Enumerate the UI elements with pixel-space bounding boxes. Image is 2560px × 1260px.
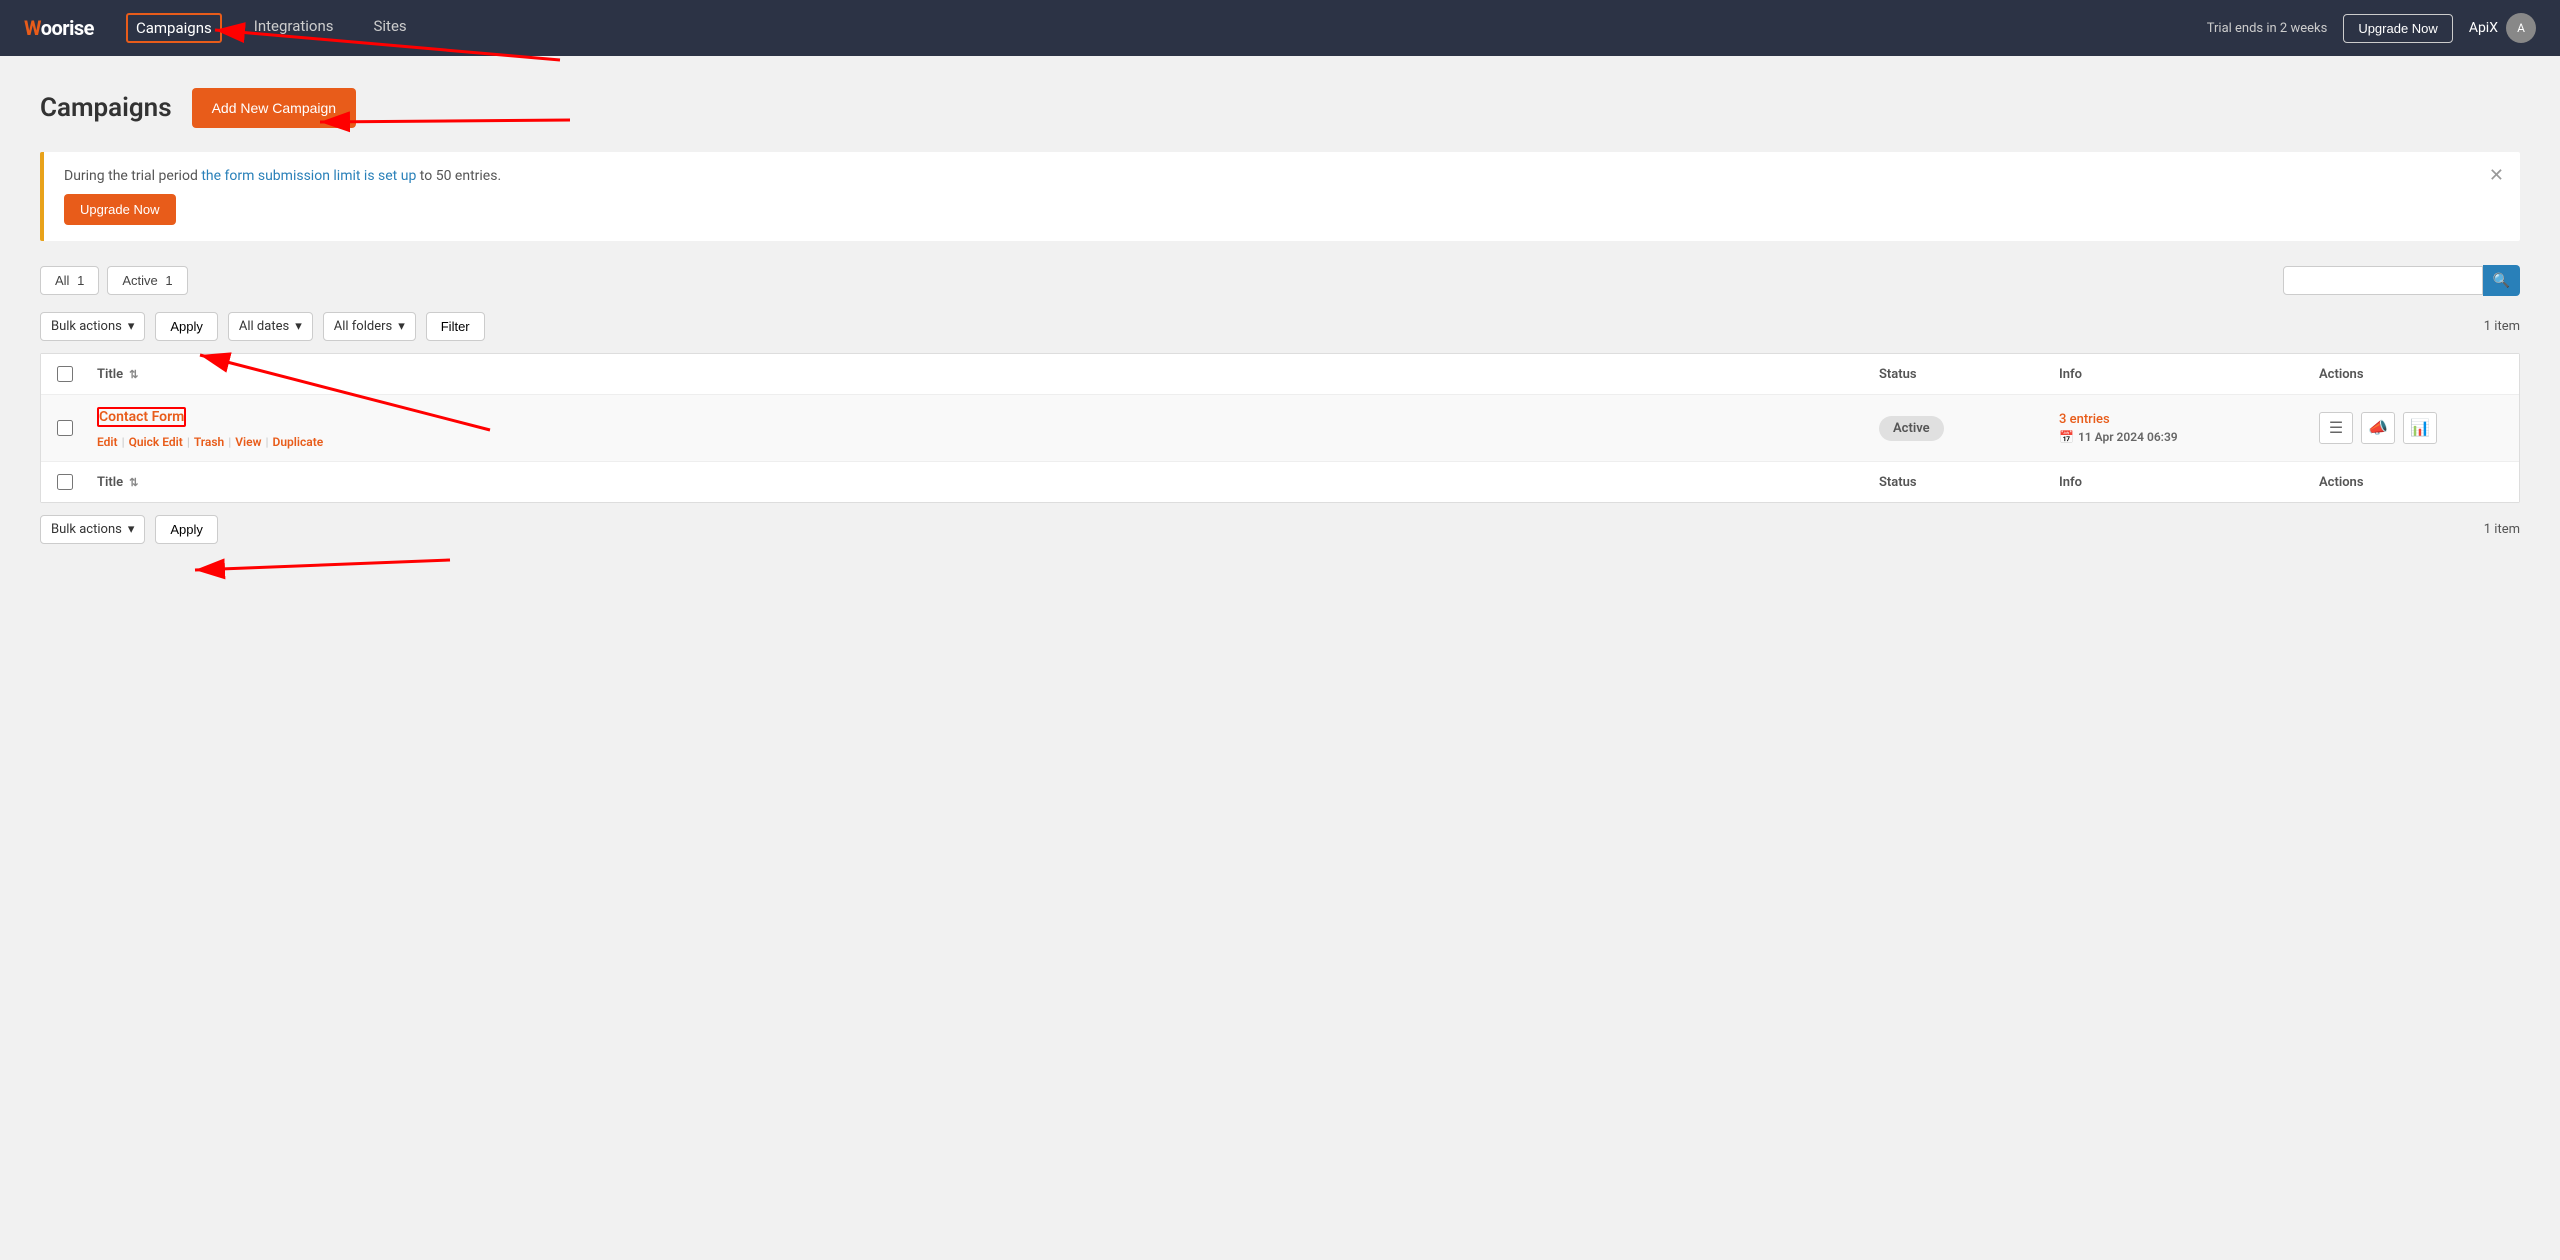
row-info-col: 3 entries 📅 11 Apr 2024 06:39 <box>2059 412 2319 444</box>
campaigns-table: Title ⇅ Status Info Actions Contact Form… <box>40 353 2520 503</box>
table-footer-header-row: Title ⇅ Status Info Actions <box>41 462 2519 502</box>
nav-sites[interactable]: Sites <box>365 13 414 43</box>
nav-campaigns[interactable]: Campaigns <box>126 13 222 43</box>
avatar: A <box>2506 13 2536 43</box>
row-actions-col: ☰ 📣 📊 <box>2319 412 2519 444</box>
tab-active[interactable]: Active 1 <box>107 266 187 295</box>
chevron-down-icon-bottom: ▾ <box>128 522 135 537</box>
topnav-left: Woorise Campaigns Integrations Sites <box>24 13 415 43</box>
item-count-top: 1 item <box>2484 319 2520 334</box>
campaign-name-link[interactable]: Contact Form <box>99 409 184 425</box>
footer-title-sort-icon[interactable]: ⇅ <box>129 476 138 489</box>
footer-status-col: Status <box>1879 475 2059 490</box>
row-checkbox[interactable] <box>57 420 73 436</box>
notice-link[interactable]: the form submission limit is set up <box>201 168 416 184</box>
bottom-toolbar: Bulk actions ▾ Apply 1 item <box>40 515 2520 544</box>
select-all-checkbox[interactable] <box>57 366 73 382</box>
notice-close-button[interactable]: ✕ <box>2489 166 2504 184</box>
apply-button-top[interactable]: Apply <box>155 312 218 341</box>
all-dates-dropdown[interactable]: All dates ▾ <box>228 312 313 341</box>
row-status-col: Active <box>1879 416 2059 441</box>
header-status-col: Status <box>1879 367 2059 382</box>
footer-title-col: Title ⇅ <box>89 475 1879 490</box>
chart-icon-button[interactable]: 📊 <box>2403 412 2437 444</box>
row-checkbox-col <box>41 420 89 436</box>
row-title-col: Contact Form Edit | Quick Edit | Trash |… <box>89 407 1879 449</box>
status-badge: Active <box>1879 416 1944 441</box>
page-title: Campaigns <box>40 93 172 123</box>
upgrade-now-button-notice[interactable]: Upgrade Now <box>64 194 176 225</box>
search-button[interactable]: 🔍 <box>2483 265 2520 296</box>
title-sort-icon[interactable]: ⇅ <box>129 368 138 381</box>
nav-links: Campaigns Integrations Sites <box>126 13 415 43</box>
header-actions-col: Actions <box>2319 367 2519 382</box>
table-header-row: Title ⇅ Status Info Actions <box>41 354 2519 395</box>
footer-info-col: Info <box>2059 475 2319 490</box>
trial-text: Trial ends in 2 weeks <box>2207 21 2328 36</box>
header-checkbox-col <box>41 366 89 382</box>
footer-checkbox-col <box>41 474 89 490</box>
edit-link[interactable]: Edit <box>97 435 118 449</box>
chevron-down-icon: ▾ <box>128 319 135 334</box>
add-new-campaign-button[interactable]: Add New Campaign <box>192 88 357 128</box>
notice-banner: During the trial period the form submiss… <box>40 152 2520 241</box>
topnav-right: Trial ends in 2 weeks Upgrade Now ApiX A <box>2207 13 2536 43</box>
tab-group: All 1 Active 1 <box>40 266 188 295</box>
filter-button[interactable]: Filter <box>426 312 485 341</box>
action-icons: ☰ 📣 📊 <box>2319 412 2519 444</box>
main-content: Campaigns Add New Campaign During the tr… <box>0 56 2560 1260</box>
nav-integrations[interactable]: Integrations <box>246 13 342 43</box>
quick-edit-link[interactable]: Quick Edit <box>129 435 183 449</box>
footer-actions-col: Actions <box>2319 475 2519 490</box>
date-info: 📅 11 Apr 2024 06:39 <box>2059 430 2319 444</box>
logo-w: W <box>24 16 41 40</box>
footer-select-all-checkbox[interactable] <box>57 474 73 490</box>
table-row: Contact Form Edit | Quick Edit | Trash |… <box>41 395 2519 462</box>
trash-link[interactable]: Trash <box>194 435 224 449</box>
header-title-col: Title ⇅ <box>89 367 1879 382</box>
calendar-icon: 📅 <box>2059 430 2074 444</box>
entries-link[interactable]: 3 entries <box>2059 412 2110 427</box>
campaign-name-box: Contact Form <box>97 407 186 427</box>
view-link[interactable]: View <box>235 435 261 449</box>
page-header: Campaigns Add New Campaign <box>40 88 2520 128</box>
filter-tabs-row: All 1 Active 1 🔍 <box>40 265 2520 296</box>
upgrade-now-button-top[interactable]: Upgrade Now <box>2343 14 2453 43</box>
search-input[interactable] <box>2283 266 2483 295</box>
entries-icon-button[interactable]: ☰ <box>2319 412 2353 444</box>
search-group: 🔍 <box>2283 265 2520 296</box>
notice-text: During the trial period the form submiss… <box>64 168 2500 184</box>
topnav: Woorise Campaigns Integrations Sites Tri… <box>0 0 2560 56</box>
header-info-col: Info <box>2059 367 2319 382</box>
user-name: ApiX <box>2469 20 2498 36</box>
top-toolbar: Bulk actions ▾ Apply All dates ▾ All fol… <box>40 312 2520 341</box>
chevron-down-icon-folders: ▾ <box>398 319 405 334</box>
bulk-actions-dropdown-top[interactable]: Bulk actions ▾ <box>40 312 145 341</box>
tab-all[interactable]: All 1 <box>40 266 99 295</box>
all-folders-dropdown[interactable]: All folders ▾ <box>323 312 416 341</box>
campaign-row-actions: Edit | Quick Edit | Trash | View | Dupli… <box>97 435 323 449</box>
megaphone-icon-button[interactable]: 📣 <box>2361 412 2395 444</box>
duplicate-link[interactable]: Duplicate <box>273 435 324 449</box>
logo: Woorise <box>24 16 94 40</box>
bulk-actions-dropdown-bottom[interactable]: Bulk actions ▾ <box>40 515 145 544</box>
apply-button-bottom[interactable]: Apply <box>155 515 218 544</box>
user-menu[interactable]: ApiX A <box>2469 13 2536 43</box>
logo-rest: oorise <box>41 16 94 40</box>
item-count-bottom: 1 item <box>2484 522 2520 537</box>
chevron-down-icon-dates: ▾ <box>295 319 302 334</box>
